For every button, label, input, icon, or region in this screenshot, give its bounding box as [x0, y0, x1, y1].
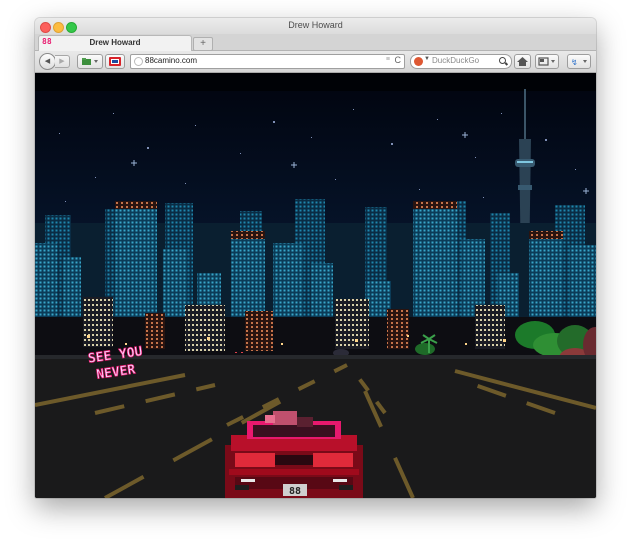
chevron-down-icon: ▼ [424, 56, 430, 62]
synthwave-night-scene: SEE YOU NEVER 88 [35, 73, 596, 498]
extension-logo-icon [109, 57, 121, 66]
title-bar[interactable]: Drew Howard [35, 18, 596, 34]
duckduckgo-icon[interactable] [414, 57, 423, 66]
extension-menu-button[interactable]: ↯ [567, 54, 591, 69]
back-forward-group: ◀ ▶ [39, 53, 73, 70]
back-button[interactable]: ◀ [39, 53, 56, 70]
site-info-icon [134, 57, 143, 66]
url-text: 88camino.com [145, 56, 198, 65]
search-placeholder: DuckDuckGo [432, 56, 480, 65]
license-plate: 88 [289, 486, 301, 497]
puzzle-icon: ↯ [571, 58, 587, 67]
tab-drew-howard[interactable]: 88 Drew Howard [38, 35, 192, 51]
navigation-toolbar: ◀ ▶ 88camino.com ≡ C ▼ DuckDuckGo ↯ [35, 51, 596, 73]
search-icon[interactable] [499, 57, 506, 64]
window-title: Drew Howard [288, 20, 343, 30]
feed-icon[interactable]: ≡ [386, 56, 390, 63]
home-button[interactable] [514, 54, 531, 69]
tab-title: Drew Howard [89, 38, 141, 47]
forward-arrow-icon: ▶ [59, 58, 65, 65]
bookmark-folder-icon [82, 58, 98, 65]
web-page-content[interactable]: SEE YOU NEVER 88 [35, 73, 596, 498]
home-icon [517, 57, 528, 66]
forward-button[interactable]: ▶ [55, 55, 70, 68]
tab-bar: 88 Drew Howard + [35, 34, 596, 51]
browser-window: Drew Howard 88 Drew Howard + ◀ ▶ 88camin… [35, 18, 596, 498]
reload-button[interactable]: C [395, 55, 402, 65]
address-bar[interactable]: 88camino.com ≡ C [130, 54, 405, 69]
back-arrow-icon: ◀ [44, 58, 51, 65]
search-field[interactable]: ▼ DuckDuckGo [410, 54, 512, 69]
new-tab-button[interactable]: + [193, 37, 213, 51]
window-view-icon [538, 57, 555, 66]
bookmarks-menu-button[interactable] [77, 54, 103, 69]
view-menu-button[interactable] [535, 54, 559, 69]
svg-text:↯: ↯ [571, 58, 578, 67]
extension-button[interactable] [105, 54, 125, 69]
